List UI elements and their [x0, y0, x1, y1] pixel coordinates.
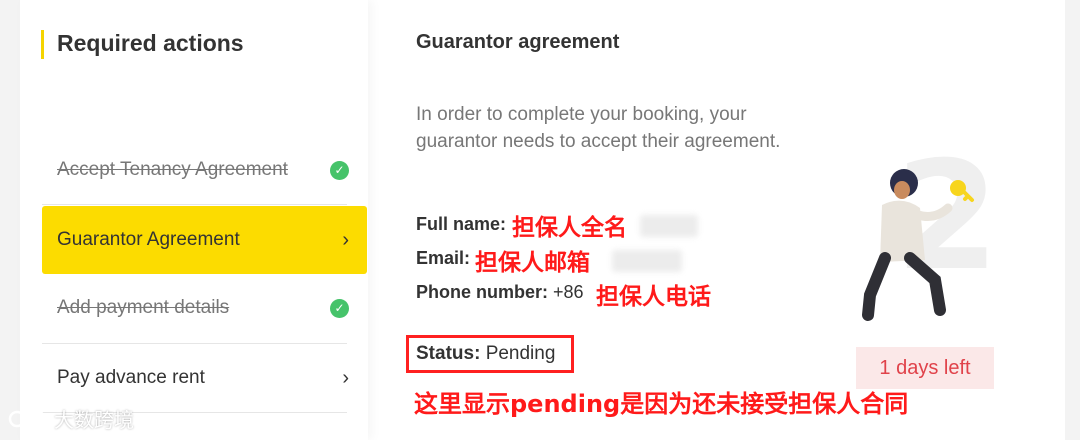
email-row: Email: [416, 248, 470, 269]
phone-annotation: 担保人电话 [596, 284, 711, 310]
full-name-annotation: 担保人全名 [512, 215, 627, 241]
nav-item-label: Add payment details [57, 297, 230, 318]
nav-item-label: Accept Tenancy Agreement [57, 159, 288, 180]
status-value: Pending [485, 343, 556, 364]
nav-item-label: Guarantor Agreement [57, 229, 240, 250]
status-row: Status: Pending [416, 343, 555, 365]
phone-prefix: +86 [553, 282, 584, 302]
email-label: Email: [416, 248, 471, 268]
check-icon: ✓ [330, 160, 349, 180]
guarantor-agreement-title: Guarantor agreement [416, 31, 620, 53]
redacted-name [640, 215, 698, 237]
nav-item-add-payment-details[interactable]: Add payment details ✓ [42, 274, 367, 342]
nav-item-guarantor-agreement[interactable]: Guarantor Agreement › [42, 206, 367, 274]
person-leg-back [862, 252, 891, 321]
nav-divider [42, 204, 347, 205]
chevron-right-icon: › [342, 228, 349, 251]
check-icon: ✓ [330, 298, 349, 318]
chevron-right-icon: › [342, 366, 349, 389]
required-actions-title: Required actions [57, 30, 244, 56]
nav-item-pay-advance-rent[interactable]: Pay advance rent › [42, 344, 367, 412]
guarantor-illustration: 2 [862, 130, 999, 321]
email-annotation: 担保人邮箱 [475, 250, 590, 276]
redacted-email [612, 250, 682, 272]
full-name-label: Full name: [416, 214, 507, 234]
watermark-logo-icon [8, 410, 45, 427]
watermark: 大数跨境 [8, 404, 134, 433]
phone-row: Phone number: +86 [416, 282, 584, 303]
status-label: Status: [416, 343, 481, 364]
intro-text: In order to complete your booking, your … [416, 104, 781, 152]
nav-item-accept-tenancy-agreement[interactable]: Accept Tenancy Agreement ✓ [42, 136, 367, 204]
section-accent-bar [41, 30, 44, 59]
phone-label: Phone number: [416, 282, 549, 302]
status-annotation: 这里显示pending是因为还未接受担保人合同 [414, 390, 909, 418]
days-left-badge: 1 days left [856, 347, 994, 389]
watermark-text: 大数跨境 [54, 410, 134, 432]
person-face [894, 181, 910, 199]
nav-item-label: Pay advance rent [57, 367, 205, 388]
full-name-row: Full name: [416, 214, 506, 235]
